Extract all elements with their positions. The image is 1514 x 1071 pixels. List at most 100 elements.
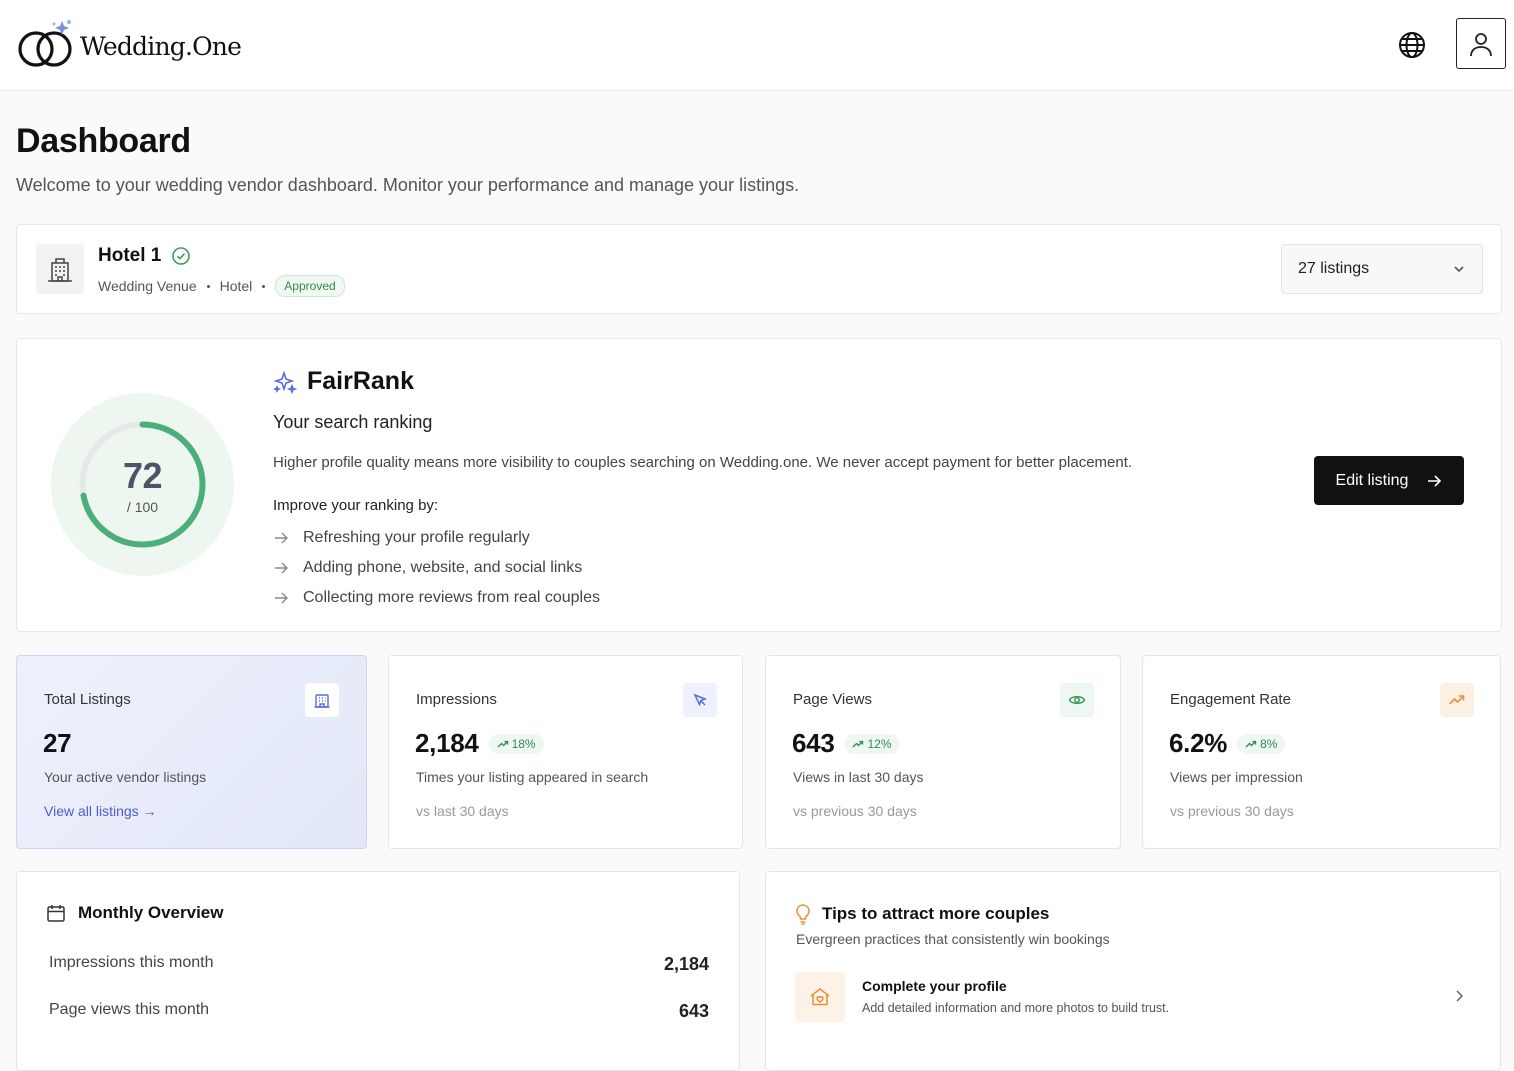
overview-row-value: 643 (678, 1001, 709, 1021)
list-item: Adding phone, website, and social links (273, 553, 600, 583)
improve-label: Improve your ranking by: (273, 497, 439, 514)
listing-meta: Wedding Venue Hotel Approved (98, 275, 345, 297)
chevron-down-icon (1454, 266, 1464, 273)
stat-label: Impressions (416, 691, 497, 708)
stat-card-engagement-rate: Engagement Rate 6.2% 8% Views per impres… (1142, 655, 1501, 849)
list-item: Collecting more reviews from real couple… (273, 583, 600, 613)
verified-check-icon (172, 247, 191, 265)
stat-card-total-listings: Total Listings 27 Your active vendor lis… (16, 655, 367, 849)
stat-footnote: vs last 30 days (416, 803, 509, 819)
stat-footnote: vs previous 30 days (1170, 803, 1294, 819)
house-heart-icon (795, 972, 845, 1022)
change-value: 18% (511, 736, 536, 751)
change-value: 12% (867, 736, 892, 751)
tip-item-title: Complete your profile (862, 978, 1007, 994)
edit-listing-button[interactable]: Edit listing (1314, 456, 1464, 505)
trending-up-icon (853, 740, 864, 747)
arrow-right-icon (275, 592, 288, 604)
tips-title-text: Tips to attract more couples (822, 904, 1050, 923)
eye-icon (1060, 683, 1094, 717)
building-icon (305, 683, 339, 717)
score-max: / 100 (126, 499, 159, 515)
status-badge: Approved (275, 275, 345, 297)
user-menu-button[interactable] (1456, 18, 1506, 69)
listing-selector-value: 27 listings (1298, 260, 1370, 277)
tips-card: Tips to attract more couples Evergreen p… (765, 871, 1501, 1071)
tip-item-description: Add detailed information and more photos… (862, 1001, 1170, 1015)
stat-label: Total Listings (44, 691, 131, 708)
overview-row-value: 2,184 (663, 954, 709, 974)
listing-card: Hotel 1 Wedding Venue Hotel Approved 27 … (16, 224, 1502, 314)
user-icon (1470, 32, 1492, 56)
chevron-right-icon[interactable] (1453, 988, 1465, 1004)
stat-value-text: 6.2% (1169, 728, 1228, 758)
monthly-overview-title: Monthly Overview (46, 903, 223, 923)
stat-card-impressions: Impressions 2,184 18% Times your listing… (388, 655, 743, 849)
trending-up-icon (1440, 683, 1474, 717)
top-bar: Wedding.One (0, 0, 1514, 91)
cursor-icon (683, 683, 717, 717)
listing-type: Hotel (219, 278, 253, 294)
sparkles-icon (273, 369, 297, 394)
monthly-overview-card: Monthly Overview Impressions this month … (16, 871, 740, 1071)
tips-subtitle: Evergreen practices that consistently wi… (796, 931, 1110, 947)
listing-category: Wedding Venue (98, 278, 197, 294)
change-badge: 12% (844, 733, 900, 754)
stat-description: Your active vendor listings (44, 769, 207, 785)
score-gauge: 72 / 100 (51, 393, 234, 576)
tip-item[interactable]: Complete your profile Add detailed infor… (795, 972, 1475, 1022)
score-value: 72 (122, 455, 163, 496)
edit-listing-label: Edit listing (1335, 471, 1409, 489)
arrow-right-icon (1428, 474, 1442, 487)
stat-value: 27 (43, 728, 72, 759)
fairrank-card: 72 / 100 FairRank Your search ranking Hi… (16, 338, 1502, 632)
trending-up-icon (497, 740, 508, 747)
change-badge: 18% (488, 733, 544, 754)
calendar-icon (47, 905, 65, 922)
hotel-icon (36, 244, 84, 294)
globe-icon[interactable] (1397, 30, 1427, 60)
stat-value-text: 27 (43, 728, 72, 758)
stat-description: Times your listing appeared in search (416, 769, 649, 785)
overview-row-label: Page views this month (49, 1001, 210, 1018)
list-item-text: Collecting more reviews from real couple… (303, 589, 600, 606)
listing-selector[interactable]: 27 listings (1281, 244, 1483, 294)
stat-value-text: 643 (792, 728, 835, 758)
stat-label: Page Views (793, 691, 872, 708)
improve-list: Refreshing your profile regularly Adding… (273, 523, 600, 613)
view-all-listings-link[interactable]: View all listings → (44, 803, 157, 819)
overview-row: Page views this month 643 (49, 1001, 709, 1022)
stat-value-text: 2,184 (415, 728, 479, 758)
overview-row: Impressions this month 2,184 (49, 954, 709, 975)
brand-name: Wedding.One (80, 31, 242, 61)
rings-logo-icon (18, 20, 72, 67)
stat-value: 643 12% (792, 728, 900, 759)
fairrank-subtitle: Your search ranking (273, 412, 433, 432)
monthly-overview-title-text: Monthly Overview (78, 903, 224, 922)
lightbulb-icon (796, 904, 810, 925)
fairrank-title: FairRank (273, 367, 414, 396)
arrow-right-icon (275, 532, 288, 544)
fairrank-description: Higher profile quality means more visibi… (273, 454, 1133, 471)
stat-description: Views per impression (1170, 769, 1303, 785)
page-title: Dashboard (16, 122, 191, 160)
list-item-text: Refreshing your profile regularly (303, 529, 530, 546)
arrow-right-icon (275, 562, 288, 574)
stat-card-page-views: Page Views 643 12% Views in last 30 days… (765, 655, 1121, 849)
stat-value: 2,184 18% (415, 728, 544, 759)
stat-description: Views in last 30 days (793, 769, 924, 785)
tips-title: Tips to attract more couples (794, 903, 1049, 925)
list-item-text: Adding phone, website, and social links (303, 559, 583, 576)
stat-label: Engagement Rate (1170, 691, 1291, 708)
separator-dot (262, 284, 266, 288)
brand-logo[interactable]: Wedding.One (16, 18, 242, 70)
page-subtitle: Welcome to your wedding vendor dashboard… (16, 175, 800, 195)
overview-row-label: Impressions this month (49, 954, 214, 971)
trending-up-icon (1245, 740, 1257, 747)
listing-name-text: Hotel 1 (98, 245, 162, 266)
fairrank-title-text: FairRank (307, 367, 414, 395)
stat-footnote: vs previous 30 days (793, 803, 917, 819)
separator-dot (206, 284, 210, 288)
change-badge: 8% (1237, 733, 1286, 754)
list-item: Refreshing your profile regularly (273, 523, 600, 553)
